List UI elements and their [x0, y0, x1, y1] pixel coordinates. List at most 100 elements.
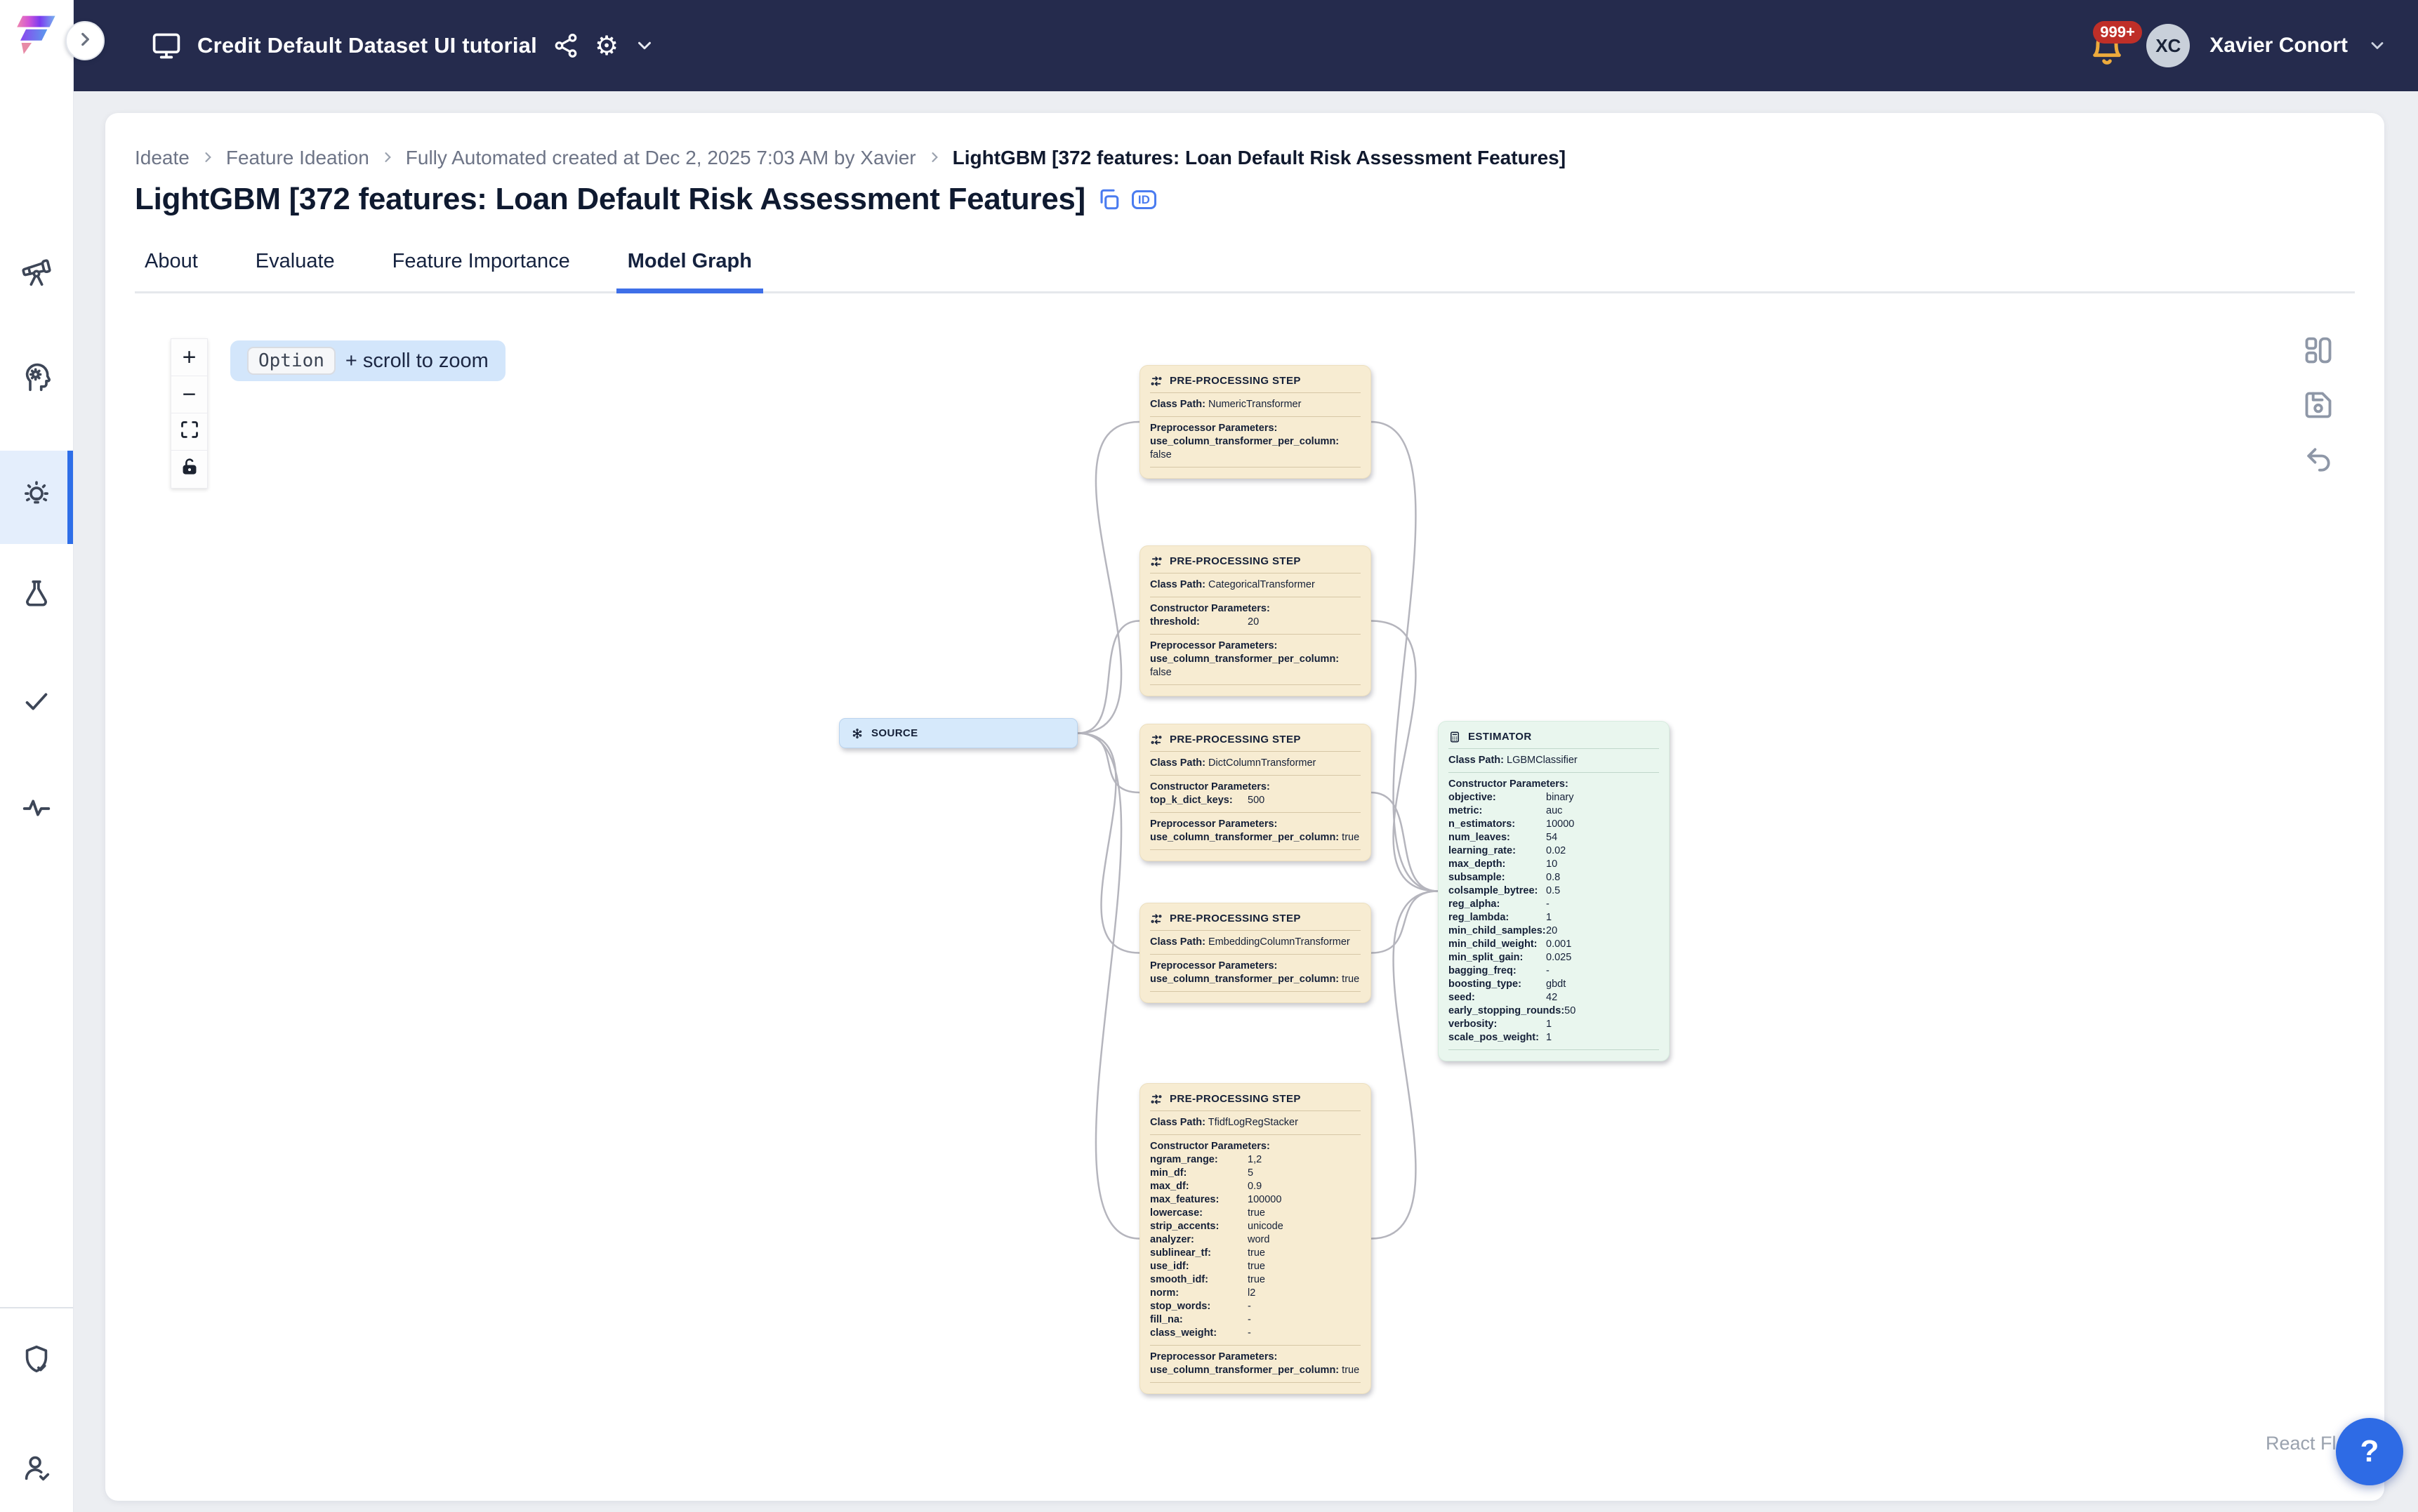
node-class-path: Class Path: TfidfLogRegStacker [1150, 1116, 1361, 1129]
breadcrumb-item[interactable]: Feature Ideation [226, 147, 369, 169]
node-divider [1150, 775, 1361, 776]
breadcrumb-separator-icon [381, 147, 395, 169]
param-row: min_split_gain:0.025 [1448, 951, 1659, 964]
option-key-badge: Option [247, 347, 336, 375]
param-row: analyzer:word [1150, 1233, 1361, 1247]
graph-node-source[interactable]: SOURCE [839, 718, 1078, 748]
node-class-path: Class Path: DictColumnTransformer [1150, 757, 1361, 770]
node-title: PRE-PROCESSING STEP [1170, 555, 1301, 568]
tab-model-graph[interactable]: Model Graph [625, 244, 755, 291]
user-menu-chevron-down-icon[interactable] [2367, 36, 2387, 55]
preprocessing-icon [1150, 1093, 1163, 1106]
help-button[interactable]: ? [2336, 1418, 2403, 1485]
graph-node-pre2[interactable]: PRE-PROCESSING STEP Class Path: Categoric… [1139, 545, 1371, 696]
tab-feature-importance[interactable]: Feature Importance [390, 244, 573, 291]
sidebar-item-ideate[interactable] [0, 451, 73, 544]
sidebar-item-think[interactable] [0, 342, 73, 416]
undo-icon [2303, 444, 2334, 479]
sidebar-item-explore[interactable] [0, 237, 73, 311]
zoom-in-button[interactable]: + [171, 339, 207, 376]
param-row: metric:auc [1448, 804, 1659, 818]
breadcrumb-item[interactable]: Fully Automated created at Dec 2, 2025 7… [406, 147, 916, 169]
copy-icon[interactable] [1097, 187, 1121, 211]
sidebar-item-experiment[interactable] [0, 558, 73, 632]
graph-node-pre4[interactable]: PRE-PROCESSING STEPClass Path: Embedding… [1139, 903, 1371, 1003]
user-name: Xavier Conort [2209, 34, 2348, 58]
node-class-path: Class Path: LGBMClassifier [1448, 754, 1659, 767]
param-row: scale_pos_weight:1 [1448, 1031, 1659, 1045]
section-title: Constructor Parameters: [1150, 1140, 1361, 1153]
zoom-out-button[interactable]: − [171, 376, 207, 413]
settings-gear-icon[interactable]: ⚙ [595, 32, 619, 59]
param-row: seed:42 [1448, 991, 1659, 1004]
auto-layout-button[interactable] [2301, 335, 2335, 369]
node-divider [1150, 1345, 1361, 1346]
project-chevron-down-icon[interactable] [634, 35, 655, 56]
node-divider [1150, 1110, 1361, 1111]
section-title: Constructor Parameters: [1448, 778, 1659, 791]
param-row: reg_alpha:- [1448, 898, 1659, 911]
activity-icon [20, 792, 53, 828]
param-row: class_weight:- [1150, 1327, 1361, 1340]
fit-view-button[interactable] [171, 413, 207, 451]
param-row: subsample:0.8 [1448, 871, 1659, 884]
section-title: Preprocessor Parameters: [1150, 422, 1361, 435]
save-button[interactable] [2301, 390, 2335, 423]
app-logo[interactable] [9, 9, 65, 65]
param-row: min_df:5 [1150, 1167, 1361, 1180]
node-title: PRE-PROCESSING STEP [1170, 912, 1301, 925]
breadcrumb-item[interactable]: Ideate [135, 147, 190, 169]
graph-node-est[interactable]: ESTIMATOR Class Path: LGBMClassifier Const… [1438, 721, 1670, 1061]
param-row: stop_words:- [1150, 1300, 1361, 1313]
undo-button[interactable] [2301, 444, 2335, 478]
param-row: objective:binary [1448, 791, 1659, 804]
notifications-button[interactable]: 999+ [2089, 25, 2127, 66]
chevron-right-icon [76, 30, 94, 52]
node-divider [1150, 930, 1361, 931]
graph-node-pre3[interactable]: PRE-PROCESSING STEP Class Path: DictColum… [1139, 724, 1371, 861]
notification-badge: 999+ [2093, 21, 2142, 44]
lightbulb-icon [20, 479, 53, 515]
node-section: Preprocessor Parameters:use_column_trans… [1150, 422, 1361, 462]
lock-button[interactable] [171, 451, 207, 488]
node-divider [1150, 416, 1361, 417]
node-section: Constructor Parameters:objective:binarym… [1448, 778, 1659, 1045]
page-title: LightGBM [372 features: Loan Default Ris… [135, 182, 1085, 217]
tab-evaluate[interactable]: Evaluate [253, 244, 338, 291]
layout-icon [2303, 335, 2334, 369]
sidebar-item-monitor[interactable] [0, 772, 73, 847]
param-row: use_column_transformer_per_column: true [1150, 831, 1361, 844]
param-row: min_child_samples:20 [1448, 924, 1659, 938]
param-row: use_idf:true [1150, 1260, 1361, 1273]
node-header: PRE-PROCESSING STEP [1150, 733, 1361, 746]
param-row: num_leaves:54 [1448, 831, 1659, 844]
graph-node-pre5[interactable]: PRE-PROCESSING STEP Class Path: TfidfLogR… [1139, 1083, 1371, 1394]
share-icon[interactable] [553, 32, 579, 59]
avatar[interactable]: XC [2146, 24, 2190, 67]
node-header: PRE-PROCESSING STEP [1150, 1092, 1361, 1106]
section-title: Constructor Parameters: [1150, 781, 1361, 794]
node-section: Preprocessor Parameters:use_column_trans… [1150, 1351, 1361, 1377]
node-header: ESTIMATOR [1448, 730, 1659, 743]
sidebar-collapse-button[interactable] [65, 21, 105, 60]
node-title: PRE-PROCESSING STEP [1170, 374, 1301, 387]
node-section: Preprocessor Parameters:use_column_trans… [1150, 639, 1361, 679]
sidebar-item-governance[interactable] [0, 1323, 73, 1398]
param-row: top_k_dict_keys:500 [1150, 794, 1361, 807]
sidebar-item-account[interactable] [0, 1432, 73, 1506]
section-title: Constructor Parameters: [1150, 602, 1361, 616]
node-class-path: Class Path: CategoricalTransformer [1150, 578, 1361, 592]
node-divider [1150, 634, 1361, 635]
param-row: max_df:0.9 [1150, 1180, 1361, 1193]
node-divider [1150, 954, 1361, 955]
param-row: strip_accents:unicode [1150, 1220, 1361, 1233]
sidebar-divider [0, 1307, 73, 1308]
sidebar-item-validate[interactable] [0, 665, 73, 739]
breadcrumb: Ideate Feature Ideation Fully Automated … [135, 147, 1566, 169]
node-section: Preprocessor Parameters:use_column_trans… [1150, 818, 1361, 844]
node-section: Constructor Parameters:threshold:20 [1150, 602, 1361, 629]
copy-id-button[interactable]: ID [1132, 190, 1156, 209]
unlock-icon [180, 456, 199, 483]
tab-about[interactable]: About [142, 244, 201, 291]
graph-node-pre1[interactable]: PRE-PROCESSING STEPClass Path: NumericTr… [1139, 365, 1371, 479]
